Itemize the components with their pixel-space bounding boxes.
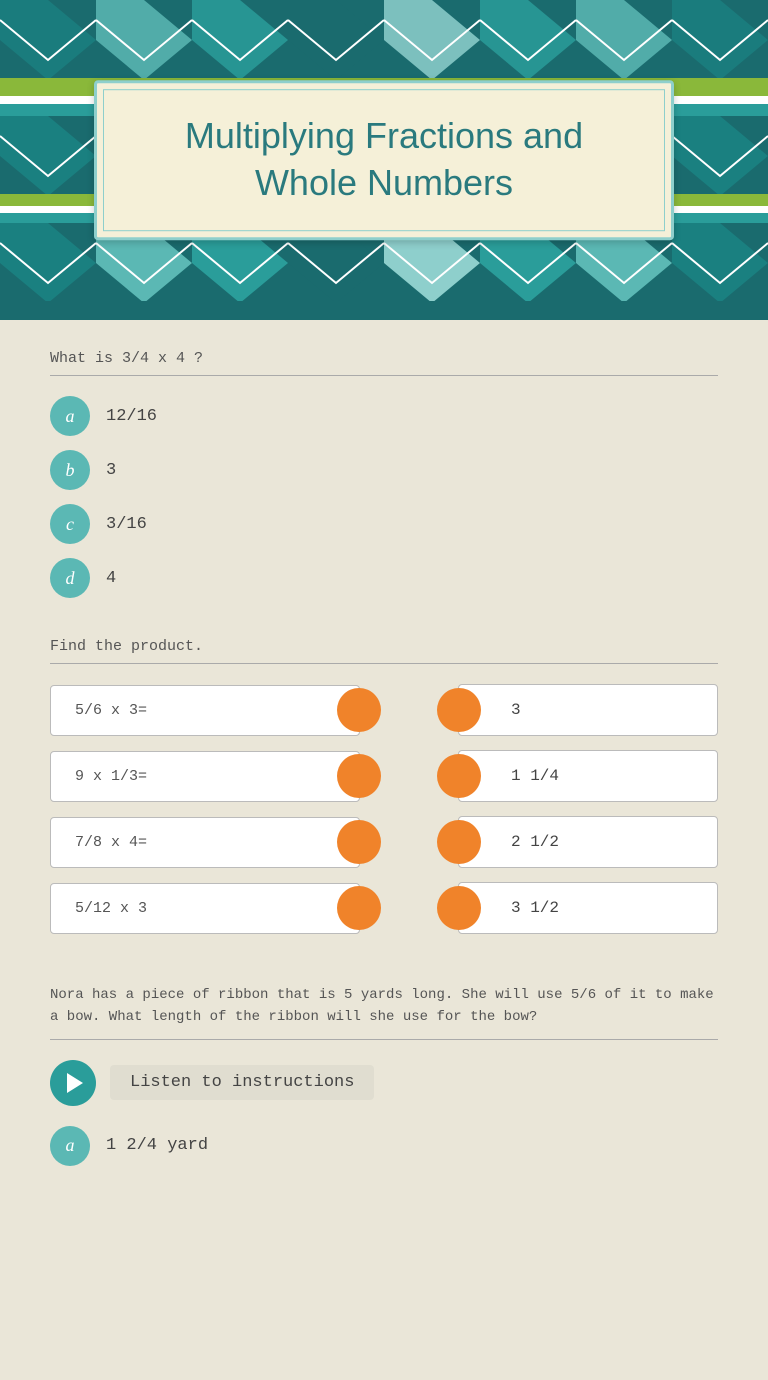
matching-row-2: 9 x 1/3= 1 1/4 <box>50 750 718 802</box>
problem-1-label: 5/6 x 3= <box>75 702 147 719</box>
answer-3-label: 2 1/2 <box>511 833 559 851</box>
problem-box-2[interactable]: 9 x 1/3= <box>50 751 360 802</box>
word-problem-option-a[interactable]: a 1 2/4 yard <box>50 1126 718 1166</box>
listen-button[interactable]: Listen to instructions <box>50 1060 718 1106</box>
matching-row-1: 5/6 x 3= 3 <box>50 684 718 736</box>
connector-circle-1-right <box>337 688 381 732</box>
problem-3-label: 7/8 x 4= <box>75 834 147 851</box>
option-c-text: 3/16 <box>106 515 147 534</box>
word-option-a-badge: a <box>50 1126 90 1166</box>
word-problem-text: Nora has a piece of ribbon that is 5 yar… <box>50 984 718 1029</box>
question-2: Find the product. 5/6 x 3= 3 9 x 1/3= <box>50 638 718 934</box>
title-card: Multiplying Fractions and Whole Numbers <box>94 80 674 240</box>
play-icon <box>50 1060 96 1106</box>
option-b[interactable]: b 3 <box>50 450 718 490</box>
option-c[interactable]: c 3/16 <box>50 504 718 544</box>
connector-circle-3-right <box>337 820 381 864</box>
main-content: What is 3/4 x 4 ? a 12/16 b 3 c 3/16 d 4 <box>0 320 768 1380</box>
option-d-badge: d <box>50 558 90 598</box>
answer-box-3[interactable]: 2 1/2 <box>458 816 718 868</box>
answer-box-2[interactable]: 1 1/4 <box>458 750 718 802</box>
connector-circle-3-left <box>437 820 481 864</box>
option-b-text: 3 <box>106 461 116 480</box>
matching-section: 5/6 x 3= 3 9 x 1/3= 1 1/4 <box>50 684 718 934</box>
question-1: What is 3/4 x 4 ? a 12/16 b 3 c 3/16 d 4 <box>50 350 718 598</box>
option-a[interactable]: a 12/16 <box>50 396 718 436</box>
matching-row-3: 7/8 x 4= 2 1/2 <box>50 816 718 868</box>
word-option-a-text: 1 2/4 yard <box>106 1136 208 1155</box>
matching-row-4: 5/12 x 3 3 1/2 <box>50 882 718 934</box>
problem-2-label: 9 x 1/3= <box>75 768 147 785</box>
problem-box-4[interactable]: 5/12 x 3 <box>50 883 360 934</box>
connector-circle-1-left <box>437 688 481 732</box>
question-1-prompt: What is 3/4 x 4 ? <box>50 350 718 367</box>
question-3-divider <box>50 1039 718 1040</box>
connector-circle-4-right <box>337 886 381 930</box>
connector-circle-2-left <box>437 754 481 798</box>
header-section: Multiplying Fractions and Whole Numbers <box>0 0 768 320</box>
option-d-text: 4 <box>106 569 116 588</box>
problem-box-3[interactable]: 7/8 x 4= <box>50 817 360 868</box>
answer-box-4[interactable]: 3 1/2 <box>458 882 718 934</box>
question-1-divider <box>50 375 718 376</box>
problem-box-1[interactable]: 5/6 x 3= <box>50 685 360 736</box>
connector-circle-2-right <box>337 754 381 798</box>
question-3: Nora has a piece of ribbon that is 5 yar… <box>50 984 718 1166</box>
question-2-prompt: Find the product. <box>50 638 718 655</box>
option-a-badge: a <box>50 396 90 436</box>
problem-4-label: 5/12 x 3 <box>75 900 147 917</box>
option-d[interactable]: d 4 <box>50 558 718 598</box>
answer-box-1[interactable]: 3 <box>458 684 718 736</box>
option-c-badge: c <box>50 504 90 544</box>
page-title: Multiplying Fractions and Whole Numbers <box>157 113 611 207</box>
option-b-badge: b <box>50 450 90 490</box>
question-2-divider <box>50 663 718 664</box>
answer-1-label: 3 <box>511 701 521 719</box>
answer-2-label: 1 1/4 <box>511 767 559 785</box>
answer-4-label: 3 1/2 <box>511 899 559 917</box>
listen-label: Listen to instructions <box>110 1065 374 1100</box>
option-a-text: 12/16 <box>106 407 157 426</box>
play-triangle-icon <box>67 1073 83 1093</box>
connector-circle-4-left <box>437 886 481 930</box>
